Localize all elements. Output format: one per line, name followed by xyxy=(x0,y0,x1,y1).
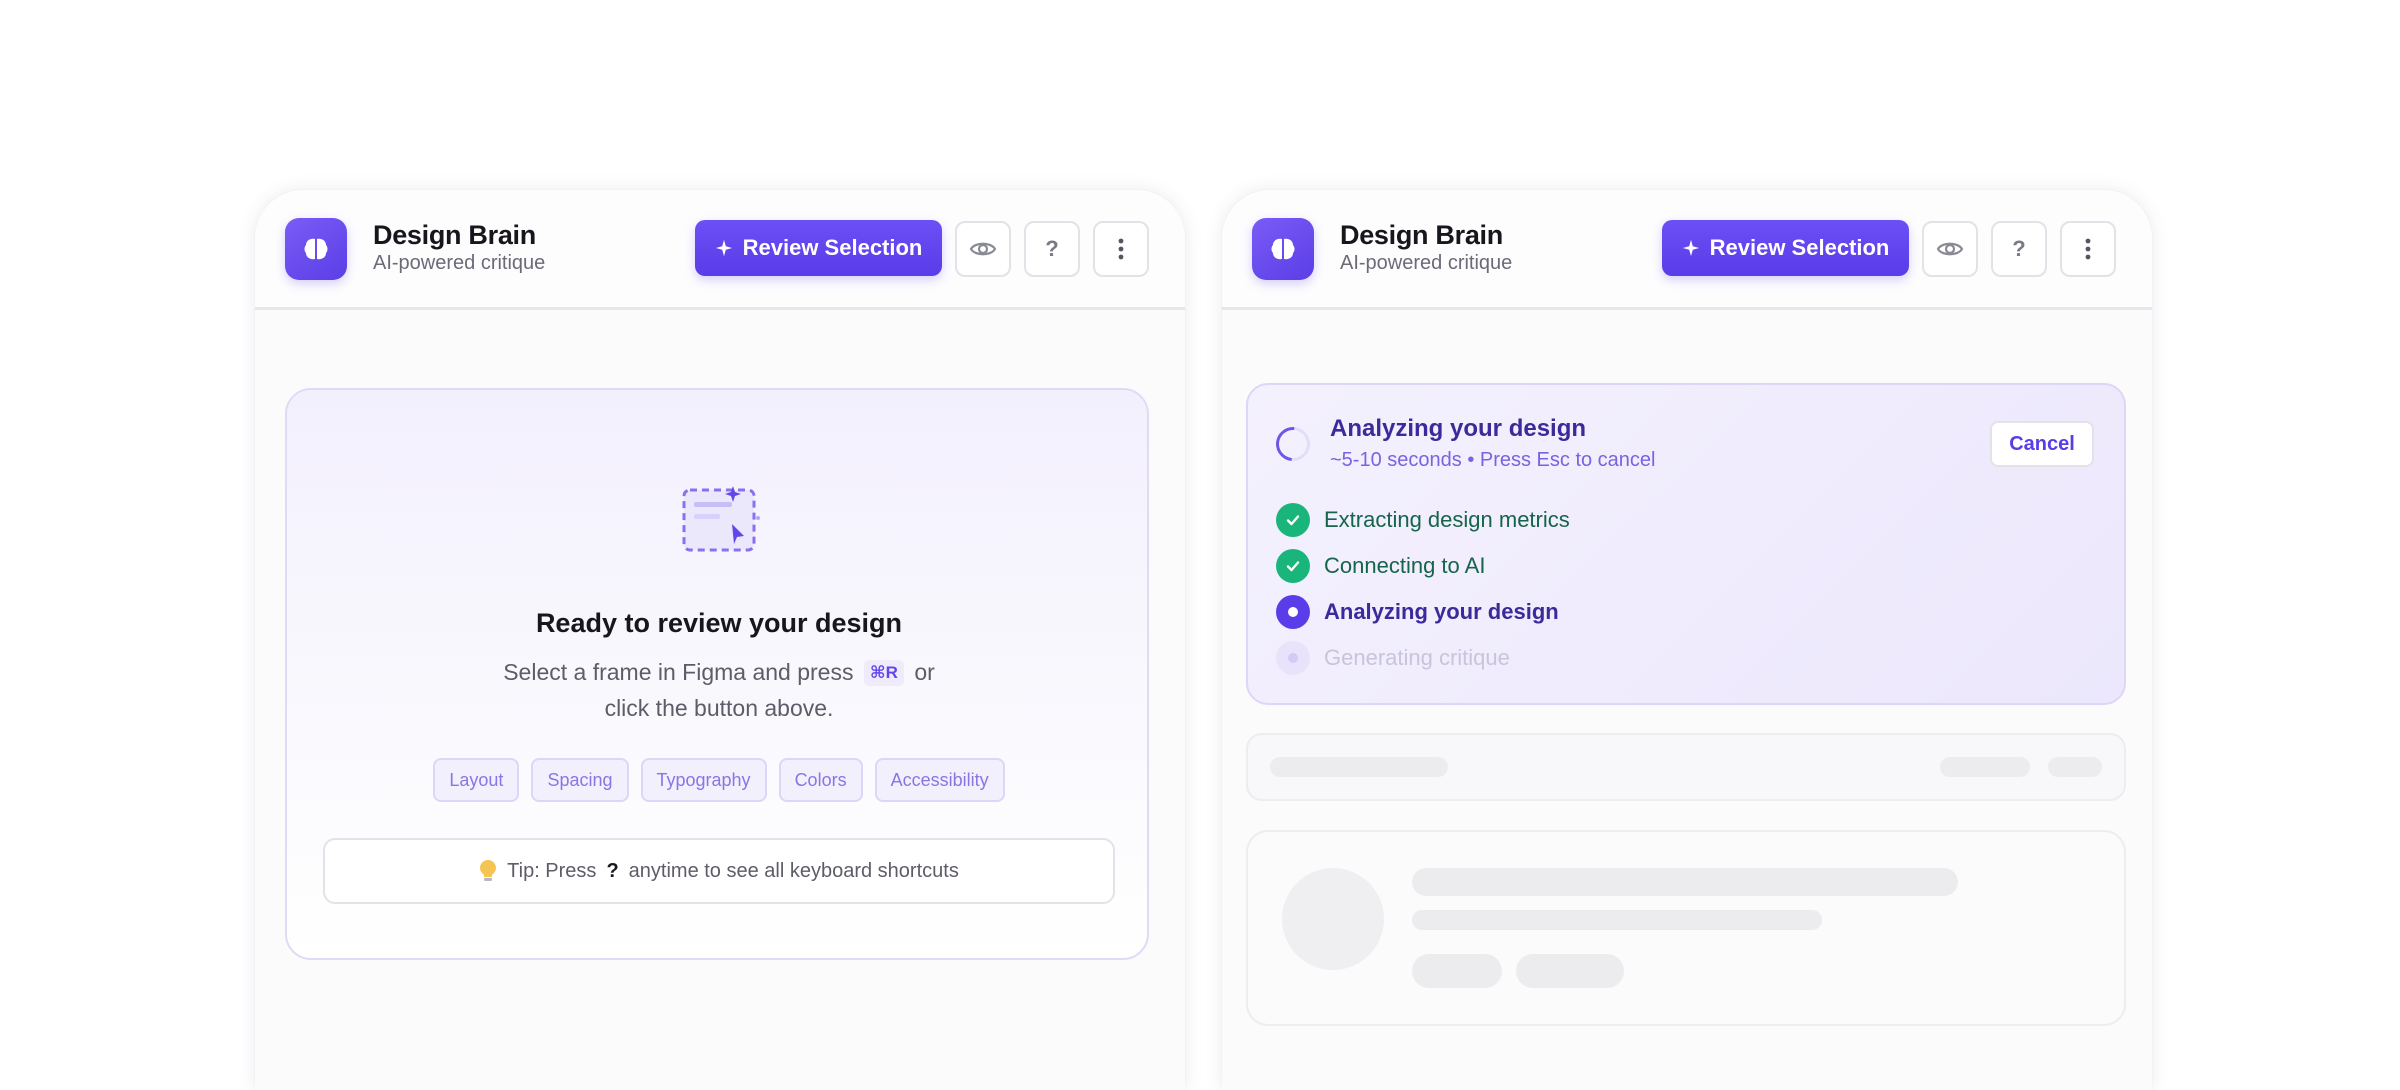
step-connecting-ai: Connecting to AI xyxy=(1276,549,1485,583)
category-chips: Layout Spacing Typography Colors Accessi… xyxy=(287,758,1151,802)
chip-spacing: Spacing xyxy=(531,758,629,802)
cancel-button[interactable]: Cancel xyxy=(1990,421,2094,467)
skeleton-line xyxy=(1270,757,1448,777)
check-icon xyxy=(1276,549,1310,583)
app-title: Design Brain xyxy=(1340,220,1503,250)
app-subtitle: AI-powered critique xyxy=(373,252,546,274)
app-title: Design Brain xyxy=(373,220,536,250)
lightbulb-icon xyxy=(480,860,497,881)
step-label: Analyzing your design xyxy=(1324,599,1559,624)
chip-colors: Colors xyxy=(778,758,863,802)
step-label: Connecting to AI xyxy=(1324,553,1486,578)
plugin-panel-idle: Design Brain AI-powered critique Review … xyxy=(255,190,1185,1090)
review-selection-button[interactable]: Review Selection xyxy=(1662,220,1909,276)
analysis-subtitle: ~5-10 seconds • Press Esc to cancel xyxy=(1330,449,1656,471)
tip-suffix: anytime to see all keyboard shortcuts xyxy=(628,859,959,882)
step-label: Extracting design metrics xyxy=(1324,507,1570,532)
review-selection-label: Review Selection xyxy=(742,235,923,260)
tip-key: ? xyxy=(606,859,619,882)
analysis-progress-card: Analyzing your design ~5-10 seconds • Pr… xyxy=(1246,383,2126,705)
shortcut-key-badge: ⌘R xyxy=(863,660,904,686)
skeleton-pill xyxy=(1516,954,1624,988)
more-vertical-icon xyxy=(2085,238,2091,260)
skeleton-avatar xyxy=(1282,868,1384,970)
brain-icon xyxy=(1252,218,1314,280)
empty-state-title: Ready to review your design xyxy=(535,608,903,638)
check-icon xyxy=(1276,503,1310,537)
skeleton-pill xyxy=(2048,757,2102,777)
help-button[interactable]: ? xyxy=(1024,221,1080,277)
active-step-icon xyxy=(1276,595,1310,629)
toggle-visibility-button[interactable] xyxy=(1922,221,1978,277)
sparkle-icon xyxy=(1682,239,1699,257)
help-button[interactable]: ? xyxy=(1991,221,2047,277)
more-menu-button[interactable] xyxy=(1093,221,1149,277)
panel-header: Design Brain AI-powered critique Review … xyxy=(255,190,1185,310)
analysis-title: Analyzing your design xyxy=(1330,415,1587,442)
skeleton-line xyxy=(1412,910,1822,930)
step-analyzing: Analyzing your design xyxy=(1276,595,1559,629)
more-menu-button[interactable] xyxy=(2060,221,2116,277)
step-label: Generating critique xyxy=(1324,645,1510,670)
step-generating-critique: Generating critique xyxy=(1276,641,1510,675)
plugin-panel-analyzing: Design Brain AI-powered critique Review … xyxy=(1222,190,2152,1090)
sparkle-icon xyxy=(715,239,732,257)
skeleton-line xyxy=(1412,868,1958,896)
empty-state-description: Select a frame in Figma and press ⌘R or … xyxy=(479,654,959,726)
more-vertical-icon xyxy=(1118,238,1124,260)
chip-accessibility: Accessibility xyxy=(874,758,1005,802)
frame-select-illustration-icon xyxy=(682,486,760,552)
loading-spinner-icon xyxy=(1269,420,1317,468)
empty-state-card: Ready to review your design Select a fra… xyxy=(285,388,1149,960)
keyboard-tip: Tip: Press ? anytime to see all keyboard… xyxy=(323,838,1115,904)
toggle-visibility-button[interactable] xyxy=(955,221,1011,277)
question-icon: ? xyxy=(2012,236,2026,261)
description-text-start: Select a frame in Figma and press xyxy=(503,659,854,685)
review-selection-button[interactable]: Review Selection xyxy=(695,220,942,276)
skeleton-score-card xyxy=(1246,830,2126,1026)
brain-icon xyxy=(285,218,347,280)
app-subtitle: AI-powered critique xyxy=(1340,252,1513,274)
review-selection-label: Review Selection xyxy=(1709,235,1890,260)
chip-typography: Typography xyxy=(640,758,767,802)
skeleton-pill xyxy=(1412,954,1502,988)
skeleton-summary-bar xyxy=(1246,733,2126,801)
eye-icon xyxy=(969,242,997,256)
eye-icon xyxy=(1936,242,1964,256)
tip-prefix: Tip: Press xyxy=(507,859,597,882)
step-extracting-metrics: Extracting design metrics xyxy=(1276,503,1570,537)
question-icon: ? xyxy=(1045,236,1059,261)
panel-header: Design Brain AI-powered critique Review … xyxy=(1222,190,2152,310)
pending-step-icon xyxy=(1276,641,1310,675)
chip-layout: Layout xyxy=(433,758,520,802)
skeleton-pill xyxy=(1940,757,2030,777)
